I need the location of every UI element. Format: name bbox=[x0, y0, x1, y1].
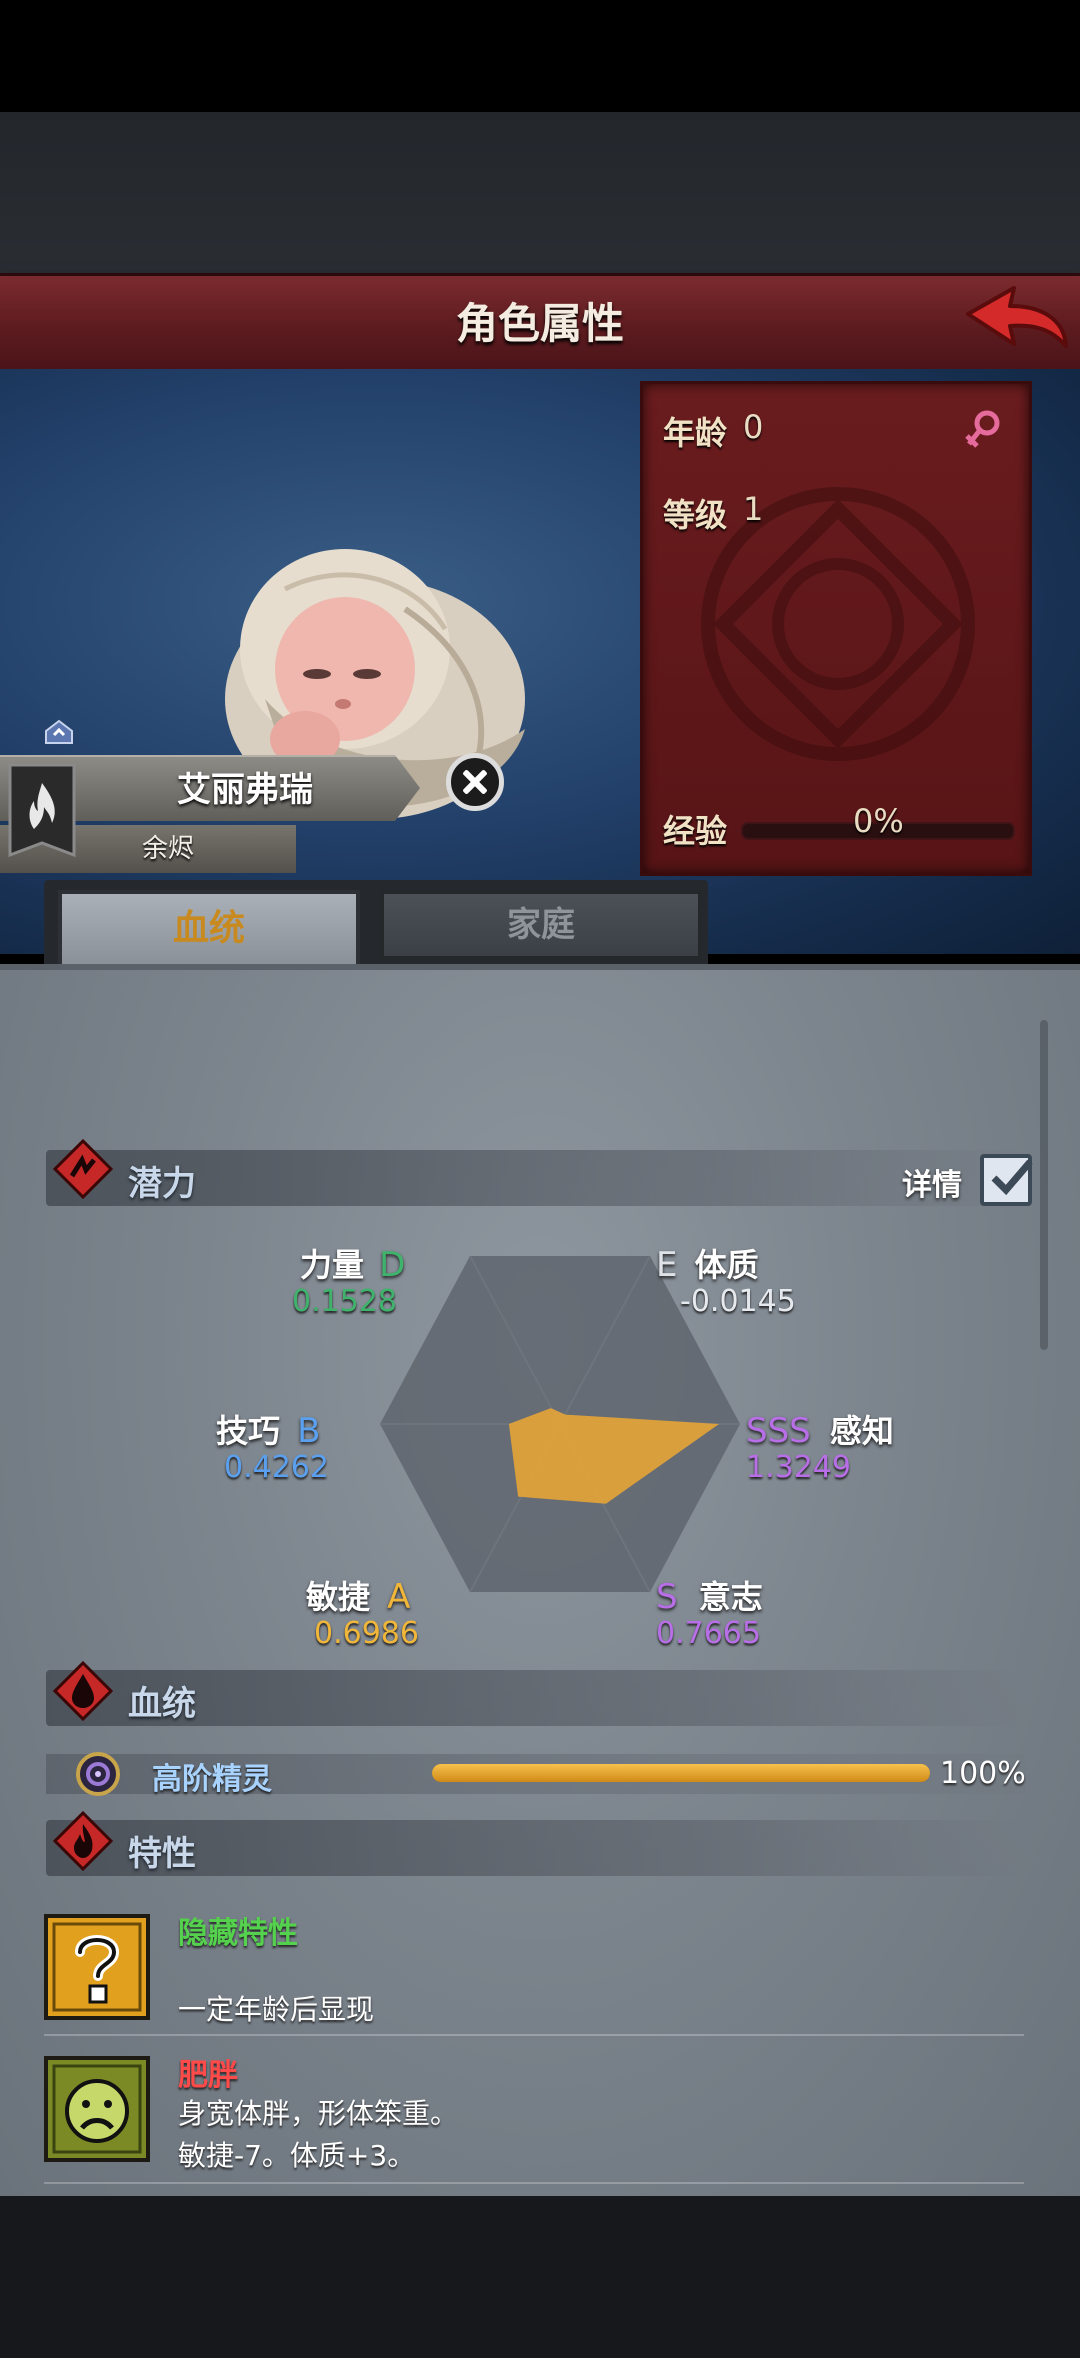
trait-name-hidden: 隐藏特性 bbox=[178, 1916, 298, 1951]
bloodline-bar-fill bbox=[432, 1764, 930, 1782]
ember-banner-icon bbox=[8, 763, 76, 858]
elf-lineage-icon bbox=[76, 1752, 120, 1796]
trait-divider bbox=[44, 2182, 1024, 2184]
character-showcase: 余烬 艾丽弗瑞 年龄 0 等级 1 经验 0% bbox=[0, 369, 1080, 954]
level-label: 等级 bbox=[663, 496, 728, 534]
bottom-bar bbox=[0, 2196, 1080, 2358]
bloodline-name: 高阶精灵 bbox=[152, 1762, 272, 1797]
potential-title: 潜力 bbox=[128, 1164, 196, 1204]
attr-perception: SSS 感知 bbox=[746, 1411, 894, 1451]
bloodline-title: 血统 bbox=[128, 1684, 196, 1724]
character-title: 余烬 bbox=[141, 834, 194, 864]
detail-checkbox[interactable] bbox=[980, 1154, 1033, 1206]
checkmark-icon bbox=[991, 1159, 1033, 1196]
dismiss-character-button[interactable] bbox=[446, 753, 504, 811]
exp-label: 经验 bbox=[663, 812, 728, 850]
attr-skill-value: 0.4262 bbox=[224, 1450, 329, 1485]
attr-agility-value: 0.6986 bbox=[314, 1616, 419, 1651]
attr-perception-value: 1.3249 bbox=[746, 1450, 851, 1485]
tab-bloodline[interactable]: 血统 bbox=[58, 890, 360, 966]
attr-strength-value: 0.1528 bbox=[292, 1284, 397, 1319]
bloodline-bar-track bbox=[432, 1764, 930, 1782]
traits-title: 特性 bbox=[128, 1834, 196, 1874]
top-frame bbox=[0, 112, 1080, 277]
header-banner: 角色属性 bbox=[0, 273, 1080, 376]
tab-family[interactable]: 家庭 bbox=[380, 890, 702, 960]
trait-divider bbox=[44, 2034, 1024, 2036]
trait-name-obese: 肥胖 bbox=[178, 2058, 238, 2093]
trait-desc-obese-2: 敏捷-7。体质+3。 bbox=[178, 2139, 416, 2172]
detail-label: 详情 bbox=[902, 1168, 962, 1203]
blood-drop-icon bbox=[52, 1660, 114, 1722]
flame-icon bbox=[52, 1810, 114, 1872]
age-label: 年龄 bbox=[663, 414, 728, 452]
question-icon[interactable] bbox=[44, 1914, 150, 2020]
sad-face-icon[interactable] bbox=[44, 2056, 150, 2162]
bloodline-percent: 100% bbox=[940, 1756, 1026, 1791]
exp-value: 0% bbox=[853, 802, 904, 840]
trait-desc-hidden: 一定年龄后显现 bbox=[178, 1993, 375, 2026]
attr-skill: 技巧 B bbox=[216, 1411, 321, 1451]
trait-desc-obese-1: 身宽体胖，形体笨重。 bbox=[178, 2097, 459, 2130]
attr-will: S 意志 bbox=[656, 1577, 763, 1617]
back-button[interactable] bbox=[962, 284, 1072, 364]
content-panel: 潜力 详情 力量 D 0.1528 E 体质 -0.0145 SSS 感知 1.… bbox=[0, 964, 1080, 2202]
rank-icon bbox=[45, 719, 73, 744]
potential-icon bbox=[52, 1138, 114, 1200]
scrollbar[interactable] bbox=[1040, 1020, 1048, 1350]
page-title: 角色属性 bbox=[455, 299, 624, 348]
tab-bar: 血统 家庭 bbox=[0, 880, 1080, 966]
attr-constitution: E 体质 bbox=[656, 1245, 759, 1285]
attr-constitution-value: -0.0145 bbox=[680, 1284, 796, 1319]
status-bar bbox=[0, 0, 1080, 112]
level-value: 1 bbox=[743, 490, 764, 528]
back-arrow-icon bbox=[966, 286, 1068, 348]
character-name: 艾丽弗瑞 bbox=[177, 770, 313, 810]
attr-agility: 敏捷 A bbox=[306, 1577, 411, 1617]
female-icon bbox=[965, 410, 1000, 448]
attr-strength: 力量 D bbox=[300, 1245, 406, 1285]
stats-panel: 年龄 0 等级 1 经验 0% bbox=[640, 381, 1032, 876]
attr-will-value: 0.7665 bbox=[656, 1616, 761, 1651]
age-value: 0 bbox=[743, 408, 764, 446]
